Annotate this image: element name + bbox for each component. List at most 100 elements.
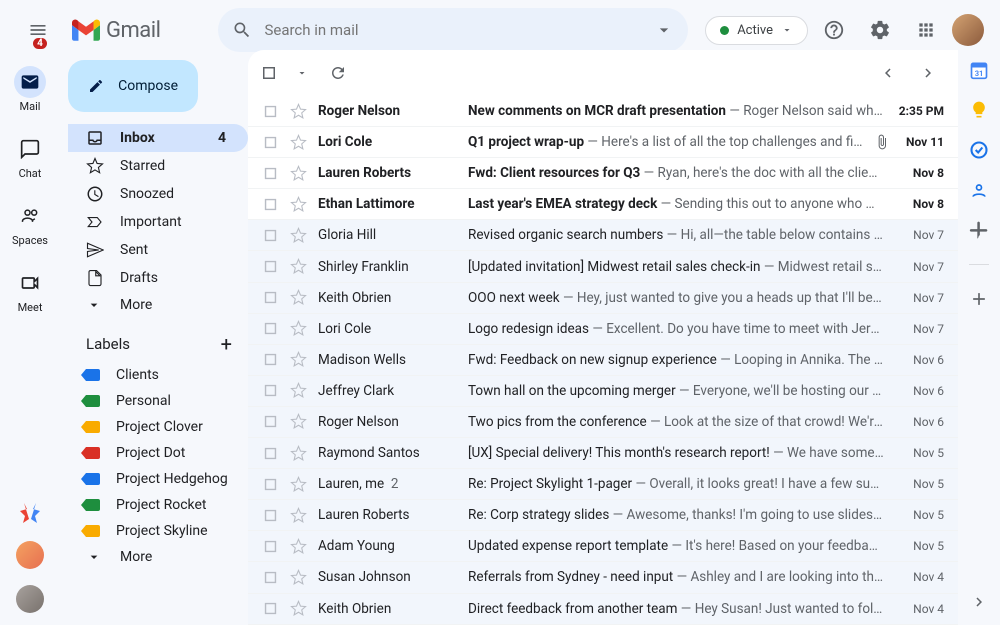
row-checkbox[interactable] — [262, 507, 290, 524]
row-checkbox[interactable] — [262, 569, 290, 586]
email-row[interactable]: Ethan Lattimore Last year's EMEA strateg… — [248, 189, 958, 220]
row-checkbox[interactable] — [262, 165, 290, 182]
star-icon[interactable] — [290, 538, 318, 555]
folder-snoozed[interactable]: Snoozed — [68, 180, 248, 208]
email-row[interactable]: Jeffrey Clark Town hall on the upcoming … — [248, 376, 958, 407]
label-item[interactable]: Clients — [68, 362, 248, 388]
email-sender: Lauren Roberts — [318, 507, 468, 523]
rail-mail[interactable]: 4 Mail — [14, 62, 46, 117]
rail-avatar-2[interactable] — [16, 585, 44, 613]
star-icon[interactable] — [290, 227, 318, 244]
label-item[interactable]: Project Clover — [68, 414, 248, 440]
star-icon[interactable] — [290, 258, 318, 275]
row-checkbox[interactable] — [262, 227, 290, 244]
row-checkbox[interactable] — [262, 382, 290, 399]
star-icon[interactable] — [290, 196, 318, 213]
tune-icon[interactable] — [654, 20, 674, 40]
star-icon[interactable] — [290, 103, 318, 120]
avatar[interactable] — [952, 14, 984, 46]
row-checkbox[interactable] — [262, 134, 290, 151]
email-row[interactable]: Lauren, me 2 Re: Project Skylight 1-page… — [248, 469, 958, 500]
row-checkbox[interactable] — [262, 103, 290, 120]
row-checkbox[interactable] — [262, 600, 290, 617]
label-item[interactable]: Project Rocket — [68, 492, 248, 518]
row-checkbox[interactable] — [262, 258, 290, 275]
refresh-icon[interactable] — [320, 55, 356, 91]
search-input[interactable] — [264, 21, 654, 39]
status-chip[interactable]: Active — [705, 16, 808, 45]
label-item[interactable]: Project Skyline — [68, 518, 248, 544]
email-row[interactable]: Lauren Roberts Re: Corp strategy slides … — [248, 500, 958, 531]
email-row[interactable]: Roger Nelson New comments on MCR draft p… — [248, 96, 958, 127]
apps-icon[interactable] — [906, 10, 946, 50]
rail-spaces[interactable]: Spaces — [12, 196, 48, 251]
search-icon[interactable] — [232, 20, 252, 40]
star-icon[interactable] — [290, 382, 318, 399]
row-checkbox[interactable] — [262, 351, 290, 368]
label-item[interactable]: Personal — [68, 388, 248, 414]
email-row[interactable]: Roger Nelson Two pics from the conferenc… — [248, 407, 958, 438]
rail-chat[interactable]: Chat — [14, 129, 46, 184]
star-icon[interactable] — [290, 165, 318, 182]
folder-important[interactable]: Important — [68, 208, 248, 236]
email-row[interactable]: Keith Obrien OOO next week — Hey, just w… — [248, 283, 958, 314]
email-row[interactable]: Shirley Franklin [Updated invitation] Mi… — [248, 251, 958, 282]
email-row[interactable]: Adam Young Updated expense report templa… — [248, 531, 958, 562]
email-row[interactable]: Madison Wells Fwd: Feedback on new signu… — [248, 345, 958, 376]
email-row[interactable]: Gloria Hill Revised organic search numbe… — [248, 220, 958, 251]
star-icon[interactable] — [290, 600, 318, 617]
plus-icon[interactable] — [969, 289, 989, 309]
rail-avatar-1[interactable] — [16, 541, 44, 569]
select-all-checkbox[interactable] — [260, 64, 290, 82]
email-row[interactable]: Lauren Roberts Fwd: Client resources for… — [248, 158, 958, 189]
email-content: Two pics from the conference — Look at t… — [468, 414, 894, 430]
email-row[interactable]: Raymond Santos [UX] Special delivery! Th… — [248, 438, 958, 469]
label-item[interactable]: Project Hedgehog — [68, 466, 248, 492]
star-icon[interactable] — [290, 507, 318, 524]
star-icon[interactable] — [290, 320, 318, 337]
star-icon[interactable] — [290, 351, 318, 368]
email-row[interactable]: Lori Cole Logo redesign ideas — Excellen… — [248, 314, 958, 345]
star-icon[interactable] — [290, 289, 318, 306]
row-checkbox[interactable] — [262, 196, 290, 213]
addons-icon[interactable] — [969, 220, 989, 240]
star-icon[interactable] — [290, 134, 318, 151]
chevron-right-icon[interactable] — [970, 593, 988, 611]
folder-sent[interactable]: Sent — [68, 236, 248, 264]
keep-icon[interactable] — [969, 100, 989, 120]
gear-icon[interactable] — [860, 10, 900, 50]
label-item[interactable]: Project Dot — [68, 440, 248, 466]
star-icon[interactable] — [290, 413, 318, 430]
prev-page-icon[interactable] — [870, 55, 906, 91]
next-page-icon[interactable] — [910, 55, 946, 91]
row-checkbox[interactable] — [262, 413, 290, 430]
email-date: Nov 5 — [894, 508, 944, 522]
folder-starred[interactable]: Starred — [68, 152, 248, 180]
rail-status-icon[interactable] — [18, 501, 42, 525]
search-bar[interactable] — [218, 8, 688, 52]
row-checkbox[interactable] — [262, 445, 290, 462]
email-row[interactable]: Lori Cole Q1 project wrap-up — Here's a … — [248, 127, 958, 158]
star-icon[interactable] — [290, 476, 318, 493]
gmail-logo[interactable]: Gmail — [72, 18, 160, 43]
rail-meet[interactable]: Meet — [14, 263, 46, 318]
help-icon[interactable] — [814, 10, 854, 50]
row-checkbox[interactable] — [262, 476, 290, 493]
labels-more[interactable]: More — [68, 544, 248, 570]
row-checkbox[interactable] — [262, 538, 290, 555]
compose-button[interactable]: Compose — [68, 60, 198, 112]
select-dropdown-icon[interactable] — [296, 67, 308, 79]
star-icon[interactable] — [290, 569, 318, 586]
folder-more[interactable]: More — [68, 292, 248, 318]
star-icon[interactable] — [290, 445, 318, 462]
row-checkbox[interactable] — [262, 289, 290, 306]
calendar-icon[interactable]: 31 — [969, 60, 989, 80]
folder-inbox[interactable]: Inbox4 — [68, 124, 248, 152]
add-label-icon[interactable]: + — [221, 332, 232, 356]
folder-drafts[interactable]: Drafts — [68, 264, 248, 292]
email-row[interactable]: Keith Obrien Direct feedback from anothe… — [248, 594, 958, 625]
tasks-icon[interactable] — [969, 140, 989, 160]
row-checkbox[interactable] — [262, 320, 290, 337]
contacts-icon[interactable] — [969, 180, 989, 200]
email-row[interactable]: Susan Johnson Referrals from Sydney - ne… — [248, 562, 958, 593]
